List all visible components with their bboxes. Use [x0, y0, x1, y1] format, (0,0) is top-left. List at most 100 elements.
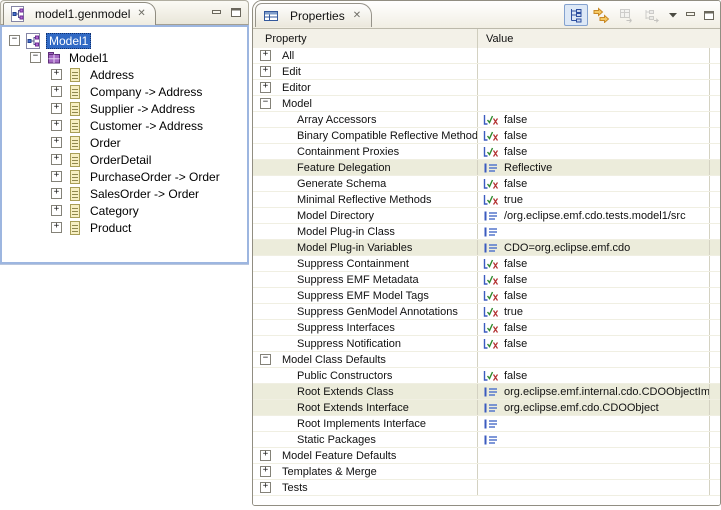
expand-icon[interactable]: + — [51, 103, 62, 114]
expand-icon[interactable]: + — [260, 82, 271, 93]
minimize-button[interactable] — [682, 4, 699, 26]
property-row[interactable]: +Templates & Merge — [253, 464, 720, 480]
column-header-property[interactable]: Property — [253, 29, 478, 48]
collapse-icon[interactable]: − — [9, 35, 20, 46]
property-value-cell — [478, 64, 710, 79]
tab-properties[interactable]: Properties ✕ — [255, 3, 372, 27]
property-row[interactable]: Root Extends Classorg.eclipse.emf.intern… — [253, 384, 720, 400]
close-icon[interactable]: ✕ — [137, 9, 145, 19]
row-filler — [710, 96, 720, 111]
tree-item[interactable]: +Category — [2, 202, 247, 219]
property-row[interactable]: + Editor — [253, 80, 720, 96]
property-row[interactable]: Suppress Notificationfalse — [253, 336, 720, 352]
tree-item[interactable]: + Supplier -> Address — [2, 100, 247, 117]
expand-icon[interactable]: + — [51, 137, 62, 148]
maximize-button[interactable] — [700, 4, 717, 26]
tree-item[interactable]: −Model1 — [2, 49, 247, 66]
property-label: Root Extends Interface — [297, 402, 409, 414]
collapse-icon[interactable]: − — [260, 354, 271, 365]
property-value-cell: CDO=org.eclipse.emf.cdo — [478, 240, 710, 255]
row-filler — [710, 384, 720, 399]
tree-item[interactable]: +Company -> Address — [2, 83, 247, 100]
class-icon — [67, 169, 83, 185]
expand-icon[interactable]: + — [51, 86, 62, 97]
minimize-button[interactable] — [210, 6, 224, 19]
tree-item[interactable]: +Customer -> Address — [2, 117, 247, 134]
property-label: Model Feature Defaults — [282, 450, 396, 462]
property-row[interactable]: Static Packages — [253, 432, 720, 448]
collapse-icon[interactable]: − — [30, 52, 41, 63]
property-row[interactable]: −Model — [253, 96, 720, 112]
boolean-property-icon — [483, 130, 499, 142]
property-row[interactable]: Model Plug-in VariablesCDO=org.eclipse.e… — [253, 240, 720, 256]
column-header-value[interactable]: Value — [478, 29, 720, 48]
set-value-button[interactable] — [639, 4, 663, 26]
property-label: Editor — [282, 82, 311, 94]
property-row[interactable]: + Model Feature Defaults — [253, 448, 720, 464]
expand-icon[interactable]: + — [51, 188, 62, 199]
row-filler — [710, 48, 720, 63]
tree-item-label: Supplier -> Address — [88, 102, 197, 116]
expand-icon[interactable]: + — [260, 450, 271, 461]
tree-item[interactable]: +Order — [2, 134, 247, 151]
restore-default-icon — [618, 7, 634, 23]
property-row[interactable]: Generate Schemafalse — [253, 176, 720, 192]
expand-icon[interactable]: + — [260, 66, 271, 77]
tree-item[interactable]: +Address — [2, 66, 247, 83]
expand-icon[interactable]: + — [51, 154, 62, 165]
maximize-button[interactable] — [229, 6, 243, 19]
property-row[interactable]: +All — [253, 48, 720, 64]
expand-icon[interactable]: + — [51, 205, 62, 216]
text-property-icon — [483, 402, 499, 414]
show-categories-button[interactable] — [564, 4, 588, 26]
property-row[interactable]: Suppress EMF Model Tagsfalse — [253, 288, 720, 304]
property-row[interactable]: Array Accessorsfalse — [253, 112, 720, 128]
property-row[interactable]: Model Plug-in Class — [253, 224, 720, 240]
view-menu-button[interactable] — [664, 4, 681, 26]
collapse-icon[interactable]: − — [260, 98, 271, 109]
property-value-cell: false — [478, 272, 710, 287]
property-row[interactable]: Root Implements Interface — [253, 416, 720, 432]
property-value: false — [504, 146, 527, 158]
property-row[interactable]: Minimal Reflective Methodstrue — [253, 192, 720, 208]
property-name-cell: + Tests — [253, 480, 478, 495]
restore-default-value-button[interactable] — [614, 4, 638, 26]
expand-icon[interactable]: + — [260, 50, 271, 61]
property-row[interactable]: + Tests — [253, 480, 720, 496]
property-row[interactable]: Suppress GenModel Annotationstrue — [253, 304, 720, 320]
expand-icon[interactable]: + — [51, 171, 62, 182]
expand-icon[interactable]: + — [51, 69, 62, 80]
property-name-cell: Root Extends Class — [253, 384, 478, 399]
property-value: false — [504, 114, 527, 126]
property-row[interactable]: Feature DelegationReflective — [253, 160, 720, 176]
property-label: Suppress Containment — [297, 258, 409, 270]
expand-icon[interactable]: + — [51, 222, 62, 233]
property-row[interactable]: Containment Proxiesfalse — [253, 144, 720, 160]
property-row[interactable]: Model Directory/org.eclipse.emf.cdo.test… — [253, 208, 720, 224]
expand-icon[interactable]: + — [260, 482, 271, 493]
tree-item[interactable]: +PurchaseOrder -> Order — [2, 168, 247, 185]
tree-item[interactable]: +Product — [2, 219, 247, 236]
eclipse-workbench: model1.genmodel ✕ −Model1−Model1+Address… — [0, 0, 721, 510]
property-label: Model Directory — [297, 210, 374, 222]
show-advanced-properties-button[interactable] — [589, 4, 613, 26]
property-row[interactable]: +Edit — [253, 64, 720, 80]
property-row[interactable]: Suppress Containmentfalse — [253, 256, 720, 272]
property-label: Tests — [282, 482, 308, 494]
tree-item[interactable]: +OrderDetail — [2, 151, 247, 168]
tree-item[interactable]: −Model1 — [2, 32, 247, 49]
expand-icon[interactable]: + — [51, 120, 62, 131]
expand-icon[interactable]: + — [260, 466, 271, 477]
property-row[interactable]: −Model Class Defaults — [253, 352, 720, 368]
tree-item[interactable]: +SalesOrder -> Order — [2, 185, 247, 202]
property-row[interactable]: Public Constructorsfalse — [253, 368, 720, 384]
property-row[interactable]: Suppress EMF Metadatafalse — [253, 272, 720, 288]
close-icon[interactable]: ✕ — [353, 11, 361, 21]
property-row[interactable]: Root Extends Interfaceorg.eclipse.emf.cd… — [253, 400, 720, 416]
row-filler — [710, 144, 720, 159]
property-row[interactable]: Binary Compatible Reflective Methodsfals… — [253, 128, 720, 144]
tab-model1-genmodel[interactable]: model1.genmodel ✕ — [3, 2, 156, 25]
property-name-cell: Model Plug-in Class — [253, 224, 478, 239]
property-row[interactable]: Suppress Interfacesfalse — [253, 320, 720, 336]
property-value-cell — [478, 352, 710, 367]
